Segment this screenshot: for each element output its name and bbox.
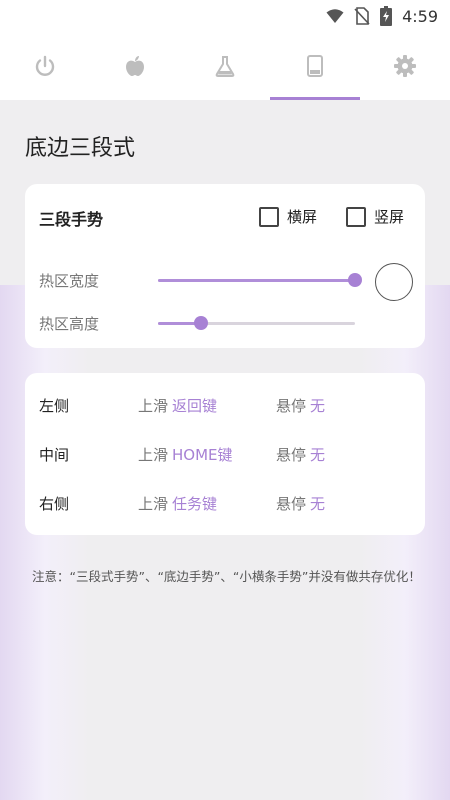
gesture-heading: 三段手势: [39, 210, 104, 229]
action-row-left[interactable]: 左侧 上滑 返回键 悬停无: [25, 395, 425, 425]
phone-icon: [307, 55, 323, 77]
landscape-label: 横屏: [287, 208, 318, 226]
swipe-up-value[interactable]: 任务键: [172, 495, 217, 513]
hover-label: 悬停: [276, 446, 307, 464]
hotzone-width-fill: [158, 279, 355, 282]
hover-value[interactable]: 无: [310, 495, 325, 513]
tab-settings[interactable]: [360, 32, 450, 100]
hover-label: 悬停: [276, 495, 307, 513]
hover-setting[interactable]: 悬停无: [276, 444, 325, 465]
hotzone-height-slider[interactable]: [158, 316, 355, 330]
landscape-checkbox[interactable]: [259, 206, 279, 227]
hotzone-width-slider[interactable]: [158, 273, 362, 287]
hotzone-height-label: 热区高度: [39, 315, 100, 333]
status-bar: 4:59: [0, 0, 450, 32]
action-row-middle[interactable]: 中间 上滑 HOME键 悬停无: [25, 444, 425, 474]
portrait-option[interactable]: 竖屏: [346, 206, 404, 227]
row-side-label: 中间: [39, 446, 70, 464]
preview-circle-button[interactable]: [375, 263, 413, 301]
landscape-option[interactable]: 横屏: [259, 206, 317, 227]
gear-icon: [394, 55, 416, 77]
action-row-right[interactable]: 右侧 上滑 任务键 悬停无: [25, 493, 425, 523]
portrait-checkbox[interactable]: [346, 206, 366, 227]
power-icon: [35, 55, 55, 76]
hotzone-width-label: 热区宽度: [39, 272, 100, 290]
swipe-up-setting[interactable]: 上滑 任务键: [138, 493, 217, 514]
tab-power[interactable]: [0, 32, 90, 100]
battery-charging-icon: [380, 6, 393, 26]
apple-icon: [126, 56, 144, 76]
row-side-label: 右侧: [39, 495, 70, 513]
hotzone-height-thumb[interactable]: [194, 316, 209, 330]
no-sim-icon: [354, 7, 370, 25]
wifi-icon: [326, 9, 344, 23]
hover-setting[interactable]: 悬停无: [276, 493, 325, 514]
swipe-up-setting[interactable]: 上滑 HOME键: [138, 444, 233, 465]
background-decoration: [0, 285, 450, 800]
hover-value[interactable]: 无: [310, 397, 325, 415]
main-content: 底边三段式 三段手势 横屏 竖屏 热区宽度 热区高度 左侧 上滑返回键 悬停无: [0, 100, 450, 800]
hover-value[interactable]: 无: [310, 446, 325, 464]
flask-icon: [215, 56, 235, 77]
tab-bar: [0, 32, 450, 100]
actions-card: 左侧 上滑 返回键 悬停无 中间 上滑 HOME键 悬停无 右侧 上滑 任务键 悬停无: [25, 373, 425, 535]
swipe-up-label: 上滑: [138, 495, 169, 513]
swipe-up-value[interactable]: 返回键: [172, 397, 217, 415]
hover-label: 悬停: [276, 397, 307, 415]
hotzone-width-thumb[interactable]: [348, 273, 362, 287]
tab-flask[interactable]: [180, 32, 270, 100]
page-title: 底边三段式: [25, 136, 136, 161]
hover-setting[interactable]: 悬停无: [276, 395, 325, 416]
portrait-label: 竖屏: [374, 208, 405, 226]
swipe-up-value[interactable]: HOME键: [172, 446, 233, 464]
status-time: 4:59: [402, 6, 438, 26]
swipe-up-setting[interactable]: 上滑 返回键: [138, 395, 217, 416]
gesture-settings-card: 三段手势 横屏 竖屏 热区宽度 热区高度: [25, 184, 425, 348]
tab-phone[interactable]: [270, 32, 360, 100]
compatibility-note: 注意：“三段式手势”、“底边手势”、“小横条手势”并没有做共存优化！: [32, 569, 421, 584]
row-side-label: 左侧: [39, 397, 70, 415]
swipe-up-label: 上滑: [138, 446, 169, 464]
swipe-up-label: 上滑: [138, 397, 169, 415]
tab-apple[interactable]: [90, 32, 180, 100]
